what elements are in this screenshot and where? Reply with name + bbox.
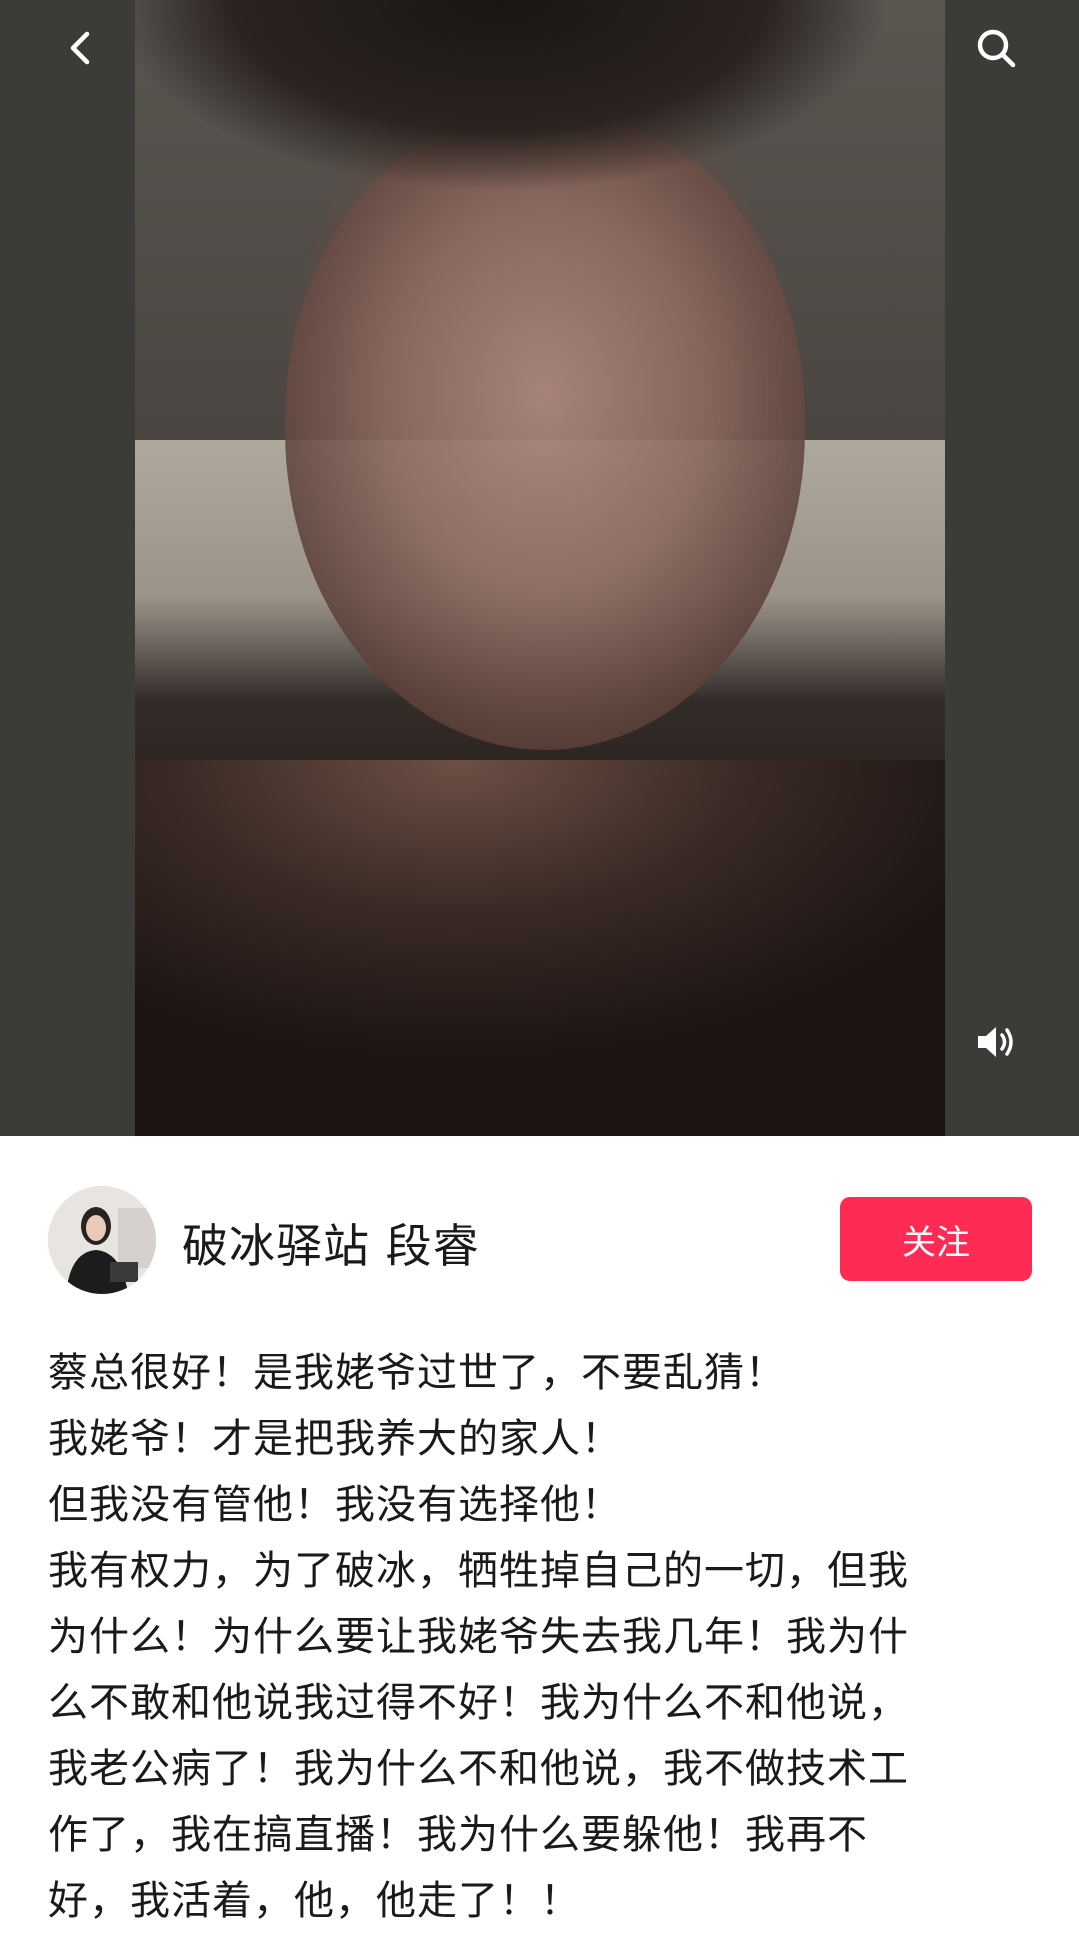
caption: 蔡总很好！是我姥爷过世了，不要乱猜！ 我姥爷！才是把我养大的家人！ 但我没有管他… [48, 1340, 1038, 1934]
video-player[interactable] [0, 0, 1079, 1136]
person-hair [135, 0, 945, 340]
caption-line: 我老公病了！我为什么不和他说，我不做技术工 [48, 1746, 909, 1792]
search-button[interactable] [960, 12, 1032, 84]
avatar[interactable] [48, 1186, 156, 1294]
caption-line: 么不敢和他说我过得不好！我为什么不和他说， [48, 1680, 909, 1726]
author-name[interactable]: 破冰驿站 段睿 [182, 1210, 480, 1276]
caption-line: 我有权力，为了破冰，牺牲掉自己的一切，但我 [48, 1548, 909, 1594]
author-row: 破冰驿站 段睿 关注 [0, 1136, 1079, 1336]
video-frame[interactable] [135, 0, 945, 1136]
chevron-left-icon [70, 31, 90, 65]
caption-line: 为什么！为什么要让我姥爷失去我几年！我为什 [48, 1614, 909, 1660]
caption-line: 但我没有管他！我没有选择他！ [48, 1482, 622, 1528]
caption-line: 我姥爷！才是把我养大的家人！ [48, 1416, 622, 1462]
caption-line: 蔡总很好！是我姥爷过世了，不要乱猜！ [48, 1350, 786, 1396]
search-icon [977, 29, 1016, 68]
person-torso [135, 760, 945, 1136]
avatar-image [48, 1186, 156, 1294]
caption-line: 好，我活着，他，他走了！！ [48, 1878, 581, 1924]
volume-button[interactable] [960, 1006, 1032, 1078]
volume-icon [978, 1027, 1013, 1057]
follow-button[interactable]: 关注 [840, 1197, 1032, 1281]
caption-line: 作了，我在搞直播！我为什么要躲他！我再不 [48, 1812, 868, 1858]
back-button[interactable] [45, 12, 117, 84]
